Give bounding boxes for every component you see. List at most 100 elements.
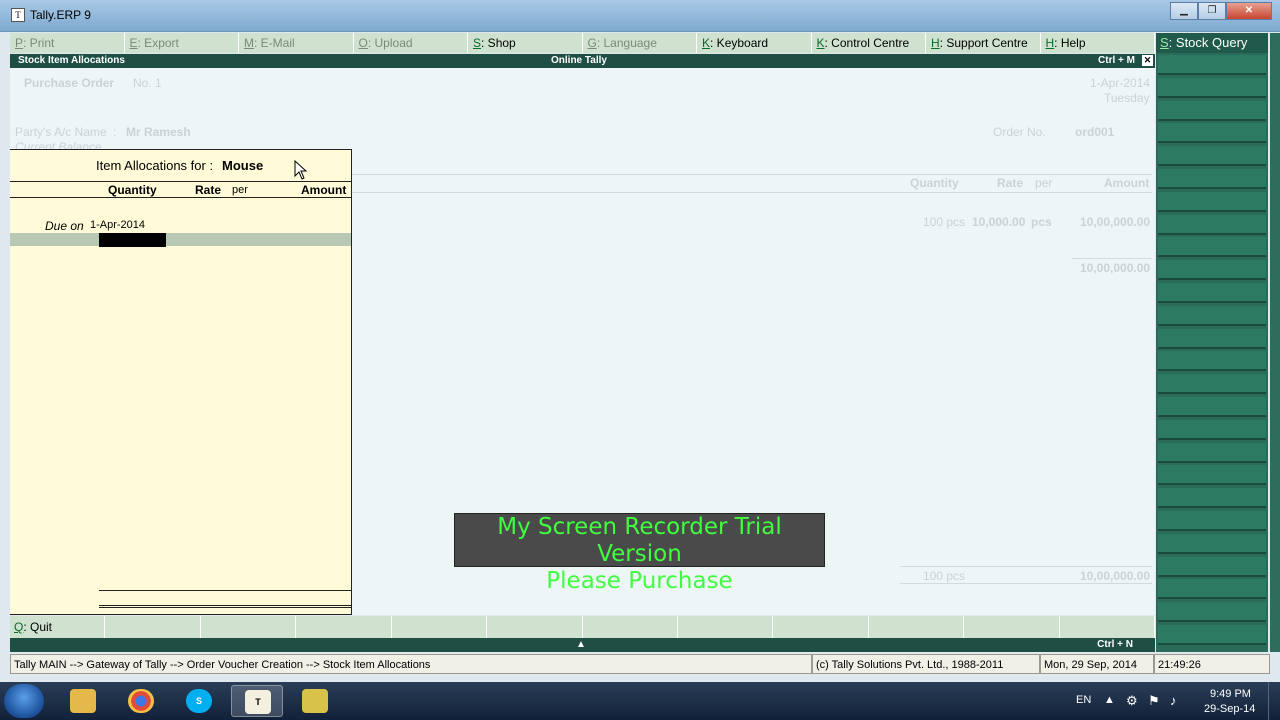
popup-col-amount: Amount	[301, 183, 347, 197]
right-panel-slot[interactable]	[1158, 55, 1266, 75]
due-on-label: Due on	[45, 219, 84, 233]
menu-shop[interactable]: S: Shop	[468, 33, 583, 53]
right-panel-slot[interactable]	[1158, 556, 1266, 577]
language-indicator[interactable]: EN	[1076, 694, 1091, 706]
clock-date[interactable]: 29-Sep-14	[1204, 703, 1255, 715]
right-panel-slot[interactable]	[1158, 602, 1266, 623]
right-panel-slot[interactable]	[1158, 625, 1266, 645]
bottom-slot-8[interactable]	[677, 616, 774, 638]
order-no-label: Order No.	[993, 125, 1046, 139]
right-panel-slot[interactable]	[1158, 579, 1266, 600]
watermark-line-2: Please Purchase	[546, 568, 733, 594]
right-panel-slot[interactable]	[1158, 191, 1266, 212]
popup-col-per: per	[232, 184, 248, 196]
start-button[interactable]	[4, 684, 44, 718]
right-panel-slot[interactable]	[1158, 374, 1266, 395]
menu-control-centre[interactable]: K: Control Centre	[811, 33, 926, 53]
minimize-button[interactable]: ▁	[1170, 2, 1198, 20]
close-icon[interactable]: ✕	[1142, 55, 1153, 66]
chrome-icon[interactable]	[115, 685, 167, 717]
bottom-slot-5[interactable]	[391, 616, 488, 638]
menu-email[interactable]: M: E-Mail	[239, 33, 354, 53]
line-quantity: 100 pcs	[923, 215, 966, 229]
party-label: Party's A/c Name	[15, 125, 107, 139]
window-title: Tally.ERP 9	[30, 8, 91, 22]
status-time: 21:49:26	[1154, 654, 1270, 674]
skype-icon[interactable]: S	[173, 685, 225, 717]
restore-button[interactable]: ❐	[1198, 2, 1226, 20]
right-panel-slot[interactable]	[1158, 351, 1266, 372]
right-panel-slot[interactable]	[1158, 260, 1266, 281]
menu-export[interactable]: E: Export	[124, 33, 239, 53]
popup-item-name: Mouse	[222, 158, 264, 173]
tally-icon[interactable]: T	[231, 685, 283, 717]
item-allocations-popup: Item Allocations for : Mouse Quantity Ra…	[10, 149, 352, 615]
voucher-number: 1	[155, 76, 162, 90]
company-name: Online Tally	[551, 55, 607, 66]
close-button[interactable]: ✕	[1226, 2, 1272, 20]
tray-app-icon[interactable]: ⚙	[1126, 693, 1138, 709]
window-titlebar: T Tally.ERP 9 ▁ ❐ ✕	[0, 0, 1280, 32]
right-panel-slot[interactable]	[1158, 305, 1266, 326]
clock-time[interactable]: 9:49 PM	[1210, 688, 1251, 700]
recorder-watermark: My Screen Recorder Trial Version Please …	[454, 513, 825, 594]
show-desktop-button[interactable]	[1268, 682, 1280, 720]
right-panel-slot[interactable]	[1158, 214, 1266, 235]
right-panel-slot[interactable]	[1158, 77, 1266, 98]
right-panel-slot[interactable]	[1158, 146, 1266, 167]
bottom-slot-3[interactable]	[200, 616, 297, 638]
menu-language[interactable]: G: Language	[582, 33, 697, 53]
tally-app-icon: T	[11, 8, 25, 22]
right-panel-slot[interactable]	[1158, 123, 1266, 144]
menu-help[interactable]: H: Help	[1040, 33, 1155, 53]
right-panel-slot[interactable]	[1158, 169, 1266, 189]
explorer-icon[interactable]	[57, 685, 109, 717]
col-rate: Rate	[997, 176, 1024, 190]
bottom-slot-2[interactable]	[105, 616, 201, 638]
right-button-panel: S: Stock Query	[1156, 33, 1268, 652]
quit-button[interactable]: Q: Quit	[10, 616, 106, 638]
right-panel-slot[interactable]	[1158, 488, 1266, 509]
selected-row[interactable]	[10, 233, 351, 246]
chevron-up-icon[interactable]: ▲	[576, 638, 586, 652]
ctrl-n-shortcut: Ctrl + N	[1097, 639, 1133, 650]
bottom-slot-10[interactable]	[868, 616, 965, 638]
bottom-slot-12[interactable]	[1059, 616, 1156, 638]
menu-print[interactable]: P: Print	[10, 33, 125, 53]
quantity-input[interactable]	[99, 233, 166, 247]
right-panel-slot[interactable]	[1158, 511, 1266, 531]
tray-expand-icon[interactable]: ▲	[1104, 694, 1115, 706]
due-date: 1-Apr-2014	[90, 219, 146, 231]
recorder-icon[interactable]	[289, 685, 341, 717]
bottom-slot-9[interactable]	[773, 616, 869, 638]
popup-col-quantity: Quantity	[108, 183, 157, 197]
menu-upload[interactable]: O: Upload	[353, 33, 468, 53]
line-per: pcs	[1031, 215, 1052, 229]
right-panel-slot[interactable]	[1158, 465, 1266, 486]
screen-header: Stock Item Allocations Online Tally Ctrl…	[10, 54, 1155, 68]
right-panel-slot[interactable]	[1158, 328, 1266, 349]
total-double-line	[99, 605, 351, 608]
menu-keyboard[interactable]: K: Keyboard	[697, 33, 812, 53]
window-controls: ▁ ❐ ✕	[1170, 2, 1272, 20]
order-no: ord001	[1075, 125, 1115, 139]
bottom-slot-7[interactable]	[582, 616, 678, 638]
right-panel-slot[interactable]	[1158, 442, 1266, 463]
stock-query-button[interactable]: S: Stock Query	[1156, 33, 1268, 53]
right-panel-slot[interactable]	[1158, 533, 1266, 554]
status-date: Mon, 29 Sep, 2014	[1040, 654, 1154, 674]
right-panel-slot[interactable]	[1158, 397, 1266, 417]
bottom-slot-4[interactable]	[296, 616, 392, 638]
right-panel-slot[interactable]	[1158, 237, 1266, 258]
right-panel-slot[interactable]	[1158, 419, 1266, 440]
volume-icon[interactable]: ♪	[1170, 693, 1177, 708]
mouse-pointer-icon	[294, 160, 308, 180]
bottom-slot-6[interactable]	[487, 616, 583, 638]
top-menu-bar: P: Print E: Export M: E-Mail O: Upload S…	[10, 33, 1155, 53]
right-panel-slot[interactable]	[1158, 100, 1266, 121]
bottom-slot-11[interactable]	[964, 616, 1060, 638]
screen-title: Stock Item Allocations	[18, 55, 125, 66]
right-panel-slot[interactable]	[1158, 283, 1266, 303]
network-icon[interactable]: ⚑	[1148, 693, 1160, 709]
menu-support-centre[interactable]: H: Support Centre	[926, 33, 1041, 53]
